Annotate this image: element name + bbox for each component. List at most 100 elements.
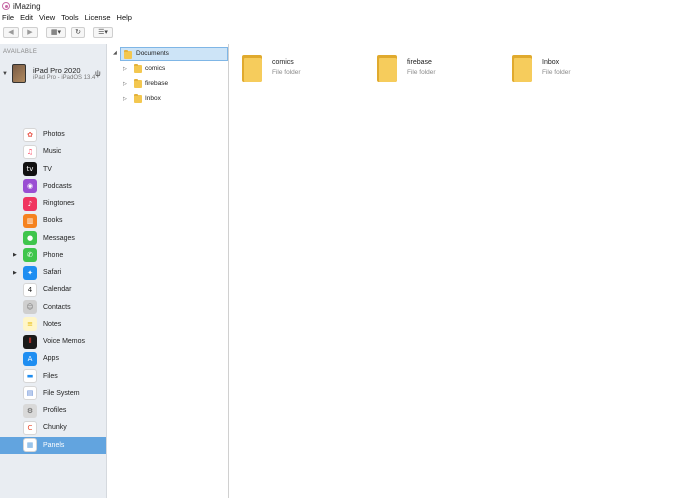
sidebar-item-messages[interactable]: ● Messages <box>0 230 106 247</box>
sidebar-item-ringtones[interactable]: ♪ Ringtones <box>0 195 106 212</box>
back-arrow-icon: ◀ <box>8 29 14 36</box>
sidebar-item-photos[interactable]: ✿ Photos <box>0 126 106 143</box>
usb-connection-icon: ψ <box>95 69 101 78</box>
file-item-firebase[interactable]: firebase File folder <box>365 51 485 85</box>
panels-icon: ▦ <box>23 438 37 452</box>
expand-arrow-icon[interactable]: ▶ <box>13 252 17 258</box>
sidebar-item-chunky[interactable]: C Chunky <box>0 419 106 436</box>
folder-icon <box>134 94 142 103</box>
voice-memos-icon: ⦀ <box>23 334 37 349</box>
menu-file[interactable]: File <box>2 13 14 22</box>
sidebar-item-voice-memos[interactable]: ⦀ Voice Memos <box>0 333 106 350</box>
tree-item-label: Inbox <box>145 95 161 102</box>
sidebar-item-notes[interactable]: ≡ Notes <box>0 316 106 333</box>
sidebar-item-files[interactable]: ▬ Files <box>0 368 106 385</box>
tv-icon: tv <box>23 162 37 176</box>
file-name: firebase <box>407 59 432 66</box>
sidebar-item-label: Ringtones <box>43 200 75 207</box>
refresh-icon: ↻ <box>75 29 81 36</box>
sidebar-item-phone[interactable]: ▶ ✆ Phone <box>0 247 106 264</box>
file-item-inbox[interactable]: Inbox File folder <box>500 51 620 85</box>
apps-icon: A <box>23 351 37 366</box>
photos-icon: ✿ <box>23 127 37 142</box>
sidebar-item-label: Podcasts <box>43 182 72 190</box>
sidebar-item-safari[interactable]: ▶ ✦ Safari <box>0 264 106 281</box>
sidebar-item-panels[interactable]: ▦ Panels <box>0 436 106 454</box>
grid-view-icon: ▦▾ <box>50 29 62 36</box>
safari-icon: ✦ <box>23 265 37 280</box>
sidebar-item-books[interactable]: ▥ Books <box>0 212 106 229</box>
sidebar-item-label: Apps <box>43 355 59 363</box>
profiles-icon: ⚙ <box>23 403 37 418</box>
file-type: File folder <box>407 69 436 76</box>
window-title: iMazing <box>13 1 41 11</box>
device-entry[interactable]: ▼ iPad Pro 2020 iPad Pro - iPadOS 13.4 ψ <box>0 62 106 88</box>
sidebar-item-label: File System <box>43 389 80 397</box>
sidebar-item-label: Notes <box>43 320 62 328</box>
sidebar-item-file-system[interactable]: ▤ File System <box>0 385 106 402</box>
tree-item-comics[interactable]: comics <box>131 62 211 76</box>
file-name: comics <box>272 59 294 66</box>
tree-item-firebase[interactable]: firebase <box>131 77 211 91</box>
file-item-comics[interactable]: comics File folder <box>230 51 350 85</box>
sidebar-item-label: Photos <box>43 131 65 138</box>
back-button[interactable]: ◀ <box>3 26 19 38</box>
tree-item-inbox[interactable]: Inbox <box>131 92 211 106</box>
sidebar-item-podcasts[interactable]: ◉ Podcasts <box>0 178 106 195</box>
calendar-icon: 4 <box>23 282 37 297</box>
ringtones-icon: ♪ <box>23 196 37 211</box>
toolbar: ◀ ▶ ▦▾ ↻ ☰▾ <box>0 23 690 41</box>
view-mode-button[interactable]: ▦▾ <box>46 26 66 38</box>
sidebar-item-label: TV <box>43 165 52 173</box>
menu-bar: File Edit View Tools License Help <box>0 12 690 23</box>
sidebar-item-contacts[interactable]: ☺ Contacts <box>0 299 106 316</box>
expand-arrow-icon[interactable]: ▷ <box>123 96 127 102</box>
menu-help[interactable]: Help <box>117 13 132 22</box>
expand-arrow-icon[interactable]: ◢ <box>113 50 117 56</box>
tree-item-label: comics <box>145 65 166 72</box>
imazing-logo-icon <box>2 2 10 10</box>
sidebar-item-profiles[interactable]: ⚙ Profiles <box>0 402 106 419</box>
folder-icon <box>377 55 397 82</box>
music-icon: ♫ <box>23 144 37 159</box>
sidebar-item-label: Books <box>43 217 63 225</box>
refresh-button[interactable]: ↻ <box>71 26 85 38</box>
menu-tools[interactable]: Tools <box>61 13 79 22</box>
menu-view[interactable]: View <box>39 13 55 22</box>
expand-arrow-icon[interactable]: ▷ <box>123 66 127 72</box>
collapse-triangle-icon[interactable]: ▼ <box>2 71 8 77</box>
folder-icon <box>134 64 142 73</box>
available-section-header: AVAILABLE <box>3 49 38 55</box>
folder-icon <box>242 55 262 82</box>
contacts-icon: ☺ <box>23 300 37 314</box>
file-type: File folder <box>542 69 571 76</box>
device-subtitle: iPad Pro - iPadOS 13.4 <box>33 75 96 81</box>
forward-button[interactable]: ▶ <box>22 26 38 38</box>
sidebar-item-tv[interactable]: tv TV <box>0 161 106 178</box>
notes-icon: ≡ <box>23 317 37 332</box>
sidebar-item-label: Profiles <box>43 407 67 414</box>
sidebar-item-label: Chunky <box>43 424 67 432</box>
sidebar-item-label: Phone <box>43 251 64 259</box>
sidebar-item-label: Calendar <box>43 286 72 294</box>
sidebar-item-label: Panels <box>43 441 65 449</box>
sort-button[interactable]: ☰▾ <box>93 26 113 38</box>
menu-license[interactable]: License <box>85 13 111 22</box>
sidebar-item-music[interactable]: ♫ Music <box>0 143 106 160</box>
file-type: File folder <box>272 69 301 76</box>
sidebar-item-calendar[interactable]: 4 Calendar <box>0 281 106 298</box>
file-list-pane: comics File folder firebase File folder … <box>230 44 690 498</box>
expand-arrow-icon[interactable]: ▶ <box>13 270 17 276</box>
menu-edit[interactable]: Edit <box>20 13 33 22</box>
sidebar-item-label: Voice Memos <box>43 338 86 345</box>
title-bar: iMazing <box>0 0 690 12</box>
sidebar-item-label: Messages <box>43 234 75 242</box>
sidebar-item-apps[interactable]: A Apps <box>0 350 106 367</box>
ipad-device-icon <box>12 64 26 83</box>
sidebar-item-label: Contacts <box>43 303 71 311</box>
device-name: iPad Pro 2020 <box>33 66 81 75</box>
expand-arrow-icon[interactable]: ▷ <box>123 81 127 87</box>
tree-item-label: Documents <box>136 50 169 57</box>
tree-item-documents[interactable]: Documents <box>120 47 228 61</box>
sidebar-item-label: Safari <box>43 269 62 276</box>
